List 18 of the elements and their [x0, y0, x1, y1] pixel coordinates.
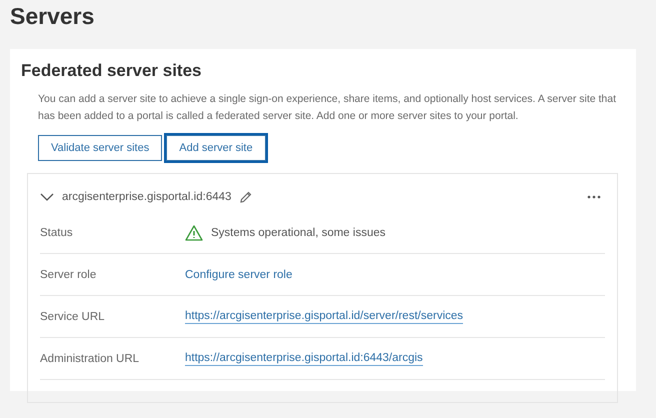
status-text: Systems operational, some issues	[211, 226, 386, 238]
configure-link[interactable]: Configure server role	[185, 268, 292, 280]
pencil-icon[interactable]	[239, 190, 252, 204]
section-title: Federated server sites	[21, 61, 202, 81]
url-link[interactable]: https://arcgisenterprise.gisportal.id/server/rest/services	[185, 310, 464, 324]
description: You can add a server site to achieve a single sign-on experience, share items, and optionally host services. A server site that has been added to a portal is called a federated server site. Add one or more server sites to your portal.	[38, 92, 618, 124]
url-link[interactable]: https://arcgisenterprise.gisportal.id:6443/arcgis	[185, 352, 423, 366]
row-label: Administration URL	[40, 352, 140, 364]
chevron-icon[interactable]	[40, 192, 54, 202]
row-label: Service URL	[40, 310, 106, 322]
more-icon[interactable]	[587, 195, 601, 199]
site-name: arcgisenterprise.gisportal.id:6443	[62, 191, 232, 203]
page-title: Servers	[9, 2, 96, 31]
row-label: Status	[40, 226, 74, 238]
row-label: Server role	[40, 268, 98, 280]
warning-icon	[185, 224, 203, 240]
action-button[interactable]: Validate server sites	[38, 135, 162, 161]
action-button[interactable]: Add server site	[166, 135, 266, 161]
